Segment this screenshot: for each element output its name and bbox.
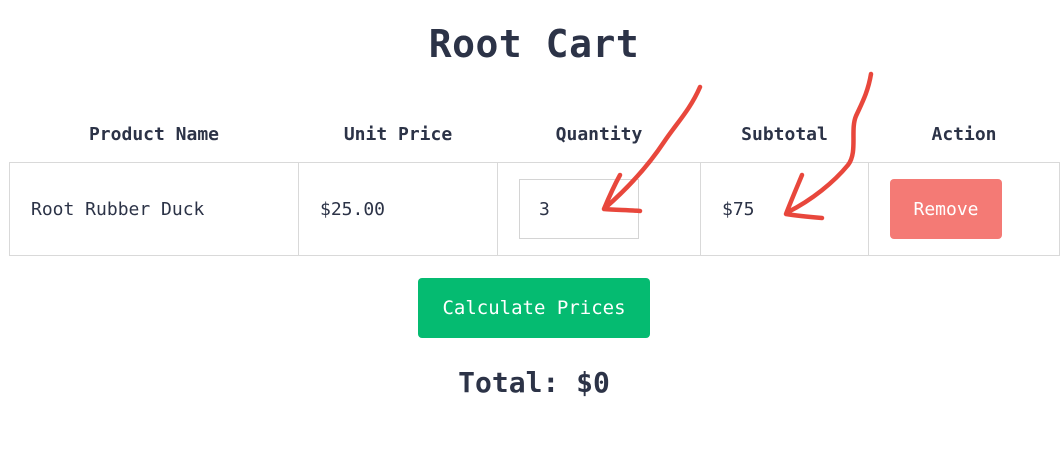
header-quantity: Quantity bbox=[555, 123, 643, 145]
subtotal-cell: $75 bbox=[700, 162, 869, 256]
header-unit-price: Unit Price bbox=[343, 123, 453, 145]
cart-page: Root Cart Product Name Unit Price Quanti… bbox=[0, 0, 1064, 465]
table-header-row: Product Name Unit Price Quantity Subtota… bbox=[10, 112, 1060, 163]
cart-table: Product Name Unit Price Quantity Subtota… bbox=[9, 112, 1060, 256]
table-row: Root Rubber Duck $25.00 $75 Remove bbox=[9, 162, 1060, 256]
quantity-input[interactable] bbox=[519, 179, 639, 239]
header-subtotal: Subtotal bbox=[741, 123, 828, 145]
quantity-cell bbox=[497, 162, 701, 256]
header-product-name: Product Name bbox=[88, 123, 220, 145]
remove-button[interactable]: Remove bbox=[890, 179, 1002, 239]
page-title: Root Cart bbox=[428, 22, 640, 66]
total-label: Total: $0 bbox=[458, 366, 610, 399]
product-name-cell: Root Rubber Duck bbox=[9, 162, 299, 256]
action-cell: Remove bbox=[868, 162, 1060, 256]
header-action: Action bbox=[931, 123, 997, 145]
calculate-prices-button[interactable]: Calculate Prices bbox=[418, 278, 650, 338]
unit-price-cell: $25.00 bbox=[298, 162, 498, 256]
